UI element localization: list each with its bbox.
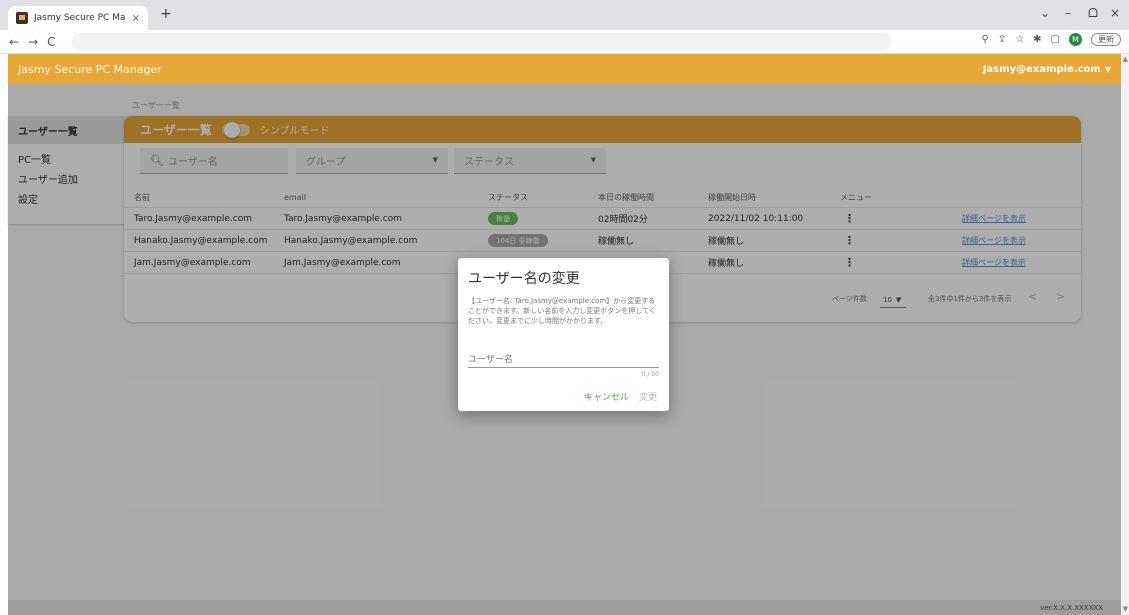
- app-title: Jasmy Secure PC Manager: [18, 62, 162, 76]
- zoom-icon[interactable]: ⚲: [981, 34, 988, 45]
- tab-title: Jasmy Secure PC Manager: [34, 13, 126, 23]
- browser-tab[interactable]: Jasmy Secure PC Manager ×: [8, 6, 148, 30]
- username-input[interactable]: ユーザー名: [468, 350, 659, 368]
- browser-tabbar: Jasmy Secure PC Manager × + ⌄ – ᗝ ×: [0, 0, 1129, 30]
- dialog-title: ユーザー名の変更: [468, 271, 580, 287]
- app-favicon-icon: [16, 12, 28, 24]
- new-tab-button[interactable]: +: [160, 6, 172, 22]
- close-window-button[interactable]: ×: [1110, 6, 1120, 20]
- reload-icon[interactable]: C: [47, 35, 55, 49]
- dialog-actions: キャンセル 変更: [584, 390, 657, 403]
- profile-avatar[interactable]: M: [1069, 33, 1082, 46]
- address-bar[interactable]: [72, 33, 892, 51]
- app-header: Jasmy Secure PC Manager Jasmy@example.co…: [8, 54, 1121, 84]
- back-icon[interactable]: ←: [9, 35, 19, 49]
- bookmark-star-icon[interactable]: ☆: [1015, 34, 1024, 45]
- scrollbar[interactable]: [1121, 54, 1129, 615]
- dialog-message: 【ユーザー名: Taro.Jasmy@example.com】から変更することが…: [468, 297, 656, 325]
- browser-toolbar: ← → C ⚲ ⇪ ☆ ✱ ▢ M 更新: [0, 30, 1129, 54]
- scroll-down-icon[interactable]: ▼: [1123, 605, 1128, 613]
- rename-user-dialog: ユーザー名の変更 【ユーザー名: Taro.Jasmy@example.com】…: [458, 258, 669, 411]
- cancel-button[interactable]: キャンセル: [584, 390, 629, 403]
- confirm-button[interactable]: 変更: [639, 390, 657, 403]
- scroll-up-icon[interactable]: ▲: [1123, 55, 1128, 63]
- tab-search-icon[interactable]: ⌄: [1040, 6, 1050, 20]
- share-icon[interactable]: ⇪: [998, 34, 1006, 45]
- update-button[interactable]: 更新: [1091, 33, 1121, 46]
- user-menu[interactable]: Jasmy@example.com ▼: [983, 64, 1111, 75]
- forward-icon[interactable]: →: [28, 35, 38, 49]
- sidepanel-icon[interactable]: ▢: [1051, 34, 1060, 45]
- toolbar-icons: ⚲ ⇪ ☆ ✱ ▢ M 更新: [981, 33, 1121, 46]
- char-counter: 0 / 50: [641, 371, 659, 378]
- extensions-icon[interactable]: ✱: [1033, 34, 1041, 45]
- restore-button[interactable]: ᗝ: [1088, 6, 1098, 21]
- username-input-label: ユーザー名: [468, 355, 513, 365]
- user-email: Jasmy@example.com: [982, 63, 1101, 75]
- caret-down-icon: ▼: [1104, 64, 1111, 74]
- tab-close-icon[interactable]: ×: [132, 13, 140, 24]
- minimize-button[interactable]: –: [1065, 6, 1071, 20]
